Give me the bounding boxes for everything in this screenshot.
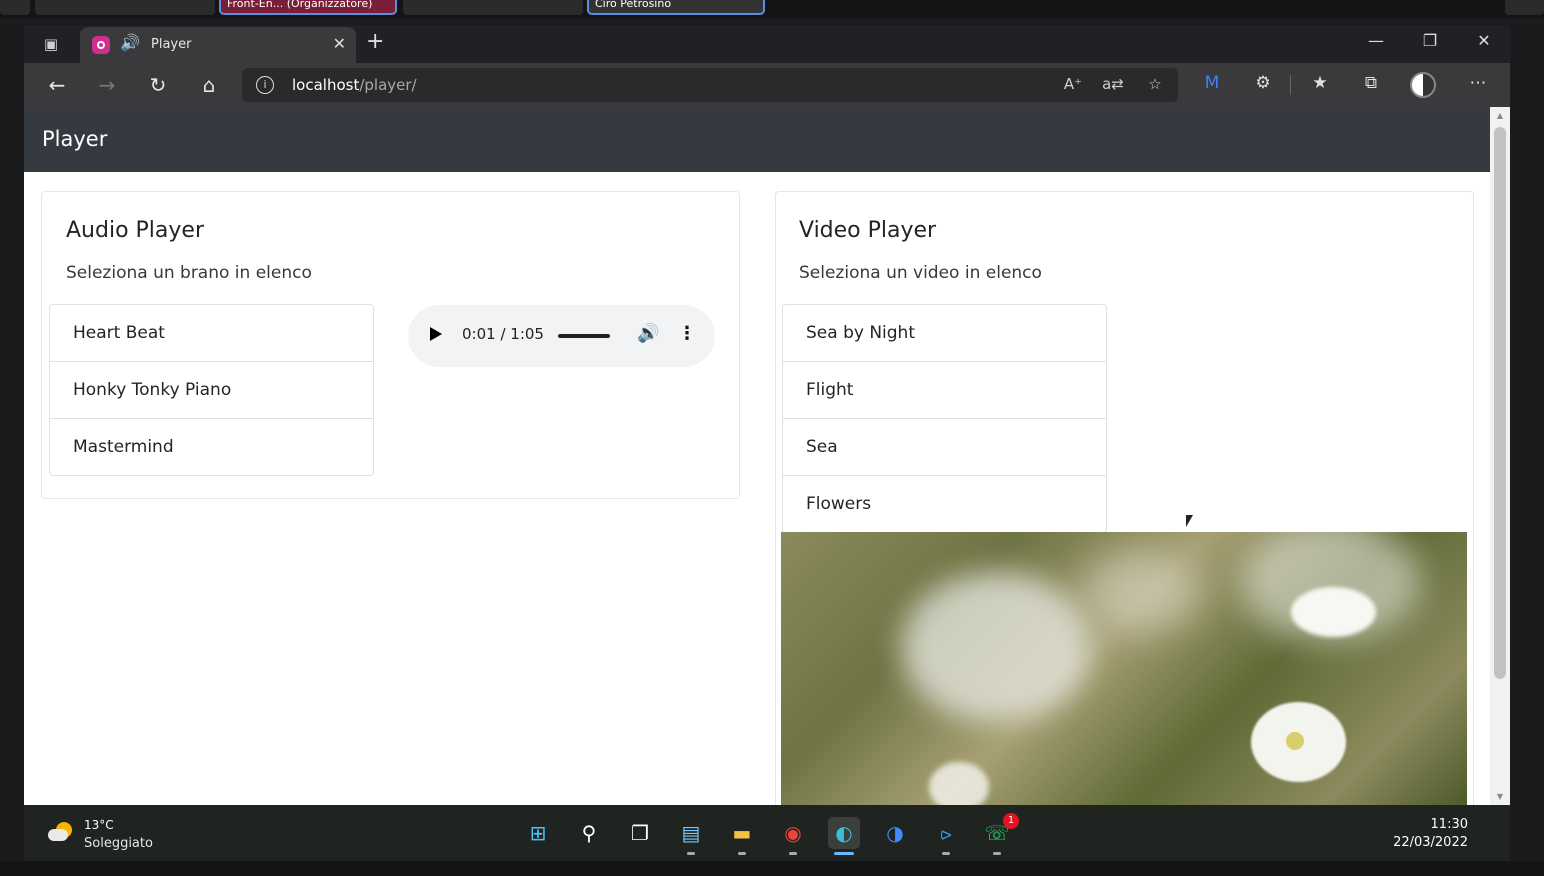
video-list-item[interactable]: Sea by Night xyxy=(783,305,1106,362)
page-viewport: Player Audio Player Seleziona un brano i… xyxy=(24,107,1490,805)
participant-thumbnail[interactable] xyxy=(35,0,215,15)
video-card-subtitle: Seleziona un video in elenco xyxy=(799,263,1042,283)
file-explorer-icon[interactable]: ▬ xyxy=(726,817,758,855)
weather-sunny-icon[interactable] xyxy=(48,822,72,842)
whatsapp-icon[interactable]: ☏ 1 xyxy=(981,813,1019,855)
presenter-thumbnail[interactable]: Ciro Petrosino xyxy=(587,0,765,15)
flower-shape xyxy=(929,762,989,805)
flower-shape xyxy=(1291,587,1376,637)
close-window-icon[interactable]: ✕ xyxy=(1464,31,1504,50)
audio-player-control: 0:01 / 1:05 🔊 ⋮ xyxy=(408,305,715,367)
address-path: /player/ xyxy=(359,76,417,94)
close-tab-icon[interactable]: ✕ xyxy=(333,34,346,53)
task-view-icon[interactable]: ❐ xyxy=(624,817,656,849)
volume-icon[interactable]: 🔊 xyxy=(637,323,659,344)
edge-icon[interactable]: ◐ xyxy=(828,817,860,855)
audio-card-subtitle: Seleziona un brano in elenco xyxy=(66,263,312,283)
tab-actions-icon[interactable]: ▣ xyxy=(36,33,66,55)
running-indicator xyxy=(738,852,746,855)
running-indicator xyxy=(993,852,1001,855)
more-options-vertical-icon[interactable]: ⋮ xyxy=(678,323,696,344)
forward-icon[interactable]: → xyxy=(92,72,122,98)
mouse-cursor-icon xyxy=(1186,515,1193,527)
browser-toolbar: ← → ↻ ⌂ i localhost/player/ A⁺ a⇄ ☆ M ⚙ … xyxy=(24,63,1510,107)
windows-taskbar: 13°C Soleggiato ⊞ ⚲ ❐ ▤ ▬ ◉ ◐ ◑ ⪧ ☏ 1 11:… xyxy=(24,805,1510,861)
notepad-icon[interactable]: ▤ xyxy=(675,817,707,855)
volume-slider[interactable] xyxy=(558,334,610,338)
flower-blur-shape xyxy=(901,572,1091,722)
organizer-thumbnail[interactable]: Front-En... (Organizzatore) xyxy=(219,0,397,15)
audio-card-title: Audio Player xyxy=(66,218,204,243)
weather-description[interactable]: Soleggiato xyxy=(84,836,153,851)
extensions-icon[interactable]: ⚙ xyxy=(1249,73,1277,93)
profile-avatar[interactable] xyxy=(1410,72,1436,98)
minimize-icon[interactable]: — xyxy=(1356,31,1396,50)
page-scrollbar[interactable]: ▲ ▼ xyxy=(1490,107,1510,805)
video-list: Sea by Night Flight Sea Flowers xyxy=(782,304,1107,533)
scrollbar-thumb[interactable] xyxy=(1494,127,1506,679)
restore-icon[interactable]: ❐ xyxy=(1410,31,1450,50)
notification-badge: 1 xyxy=(1003,813,1019,829)
weather-temperature[interactable]: 13°C xyxy=(84,818,114,832)
video-card-title: Video Player xyxy=(799,218,937,243)
back-icon[interactable]: ← xyxy=(42,72,72,98)
address-bar[interactable]: i localhost/player/ A⁺ a⇄ ☆ xyxy=(242,68,1178,102)
toolbar-divider xyxy=(1290,75,1291,95)
address-host: localhost xyxy=(292,76,360,94)
video-list-item[interactable]: Flight xyxy=(783,362,1106,419)
clock-date[interactable]: 22/03/2022 xyxy=(1393,835,1468,850)
video-frame[interactable] xyxy=(781,532,1467,805)
address-url[interactable]: localhost/player/ xyxy=(292,76,417,94)
firefox-icon[interactable]: ◑ xyxy=(879,817,911,849)
extension-m-icon[interactable]: M xyxy=(1198,73,1226,93)
scroll-down-icon[interactable]: ▼ xyxy=(1495,792,1505,801)
new-tab-icon[interactable]: + xyxy=(366,29,384,54)
audio-time-display: 0:01 / 1:05 xyxy=(462,325,544,343)
tab-title: Player xyxy=(151,37,192,52)
meeting-participant-strip: Front-En... (Organizzatore) Ciro Petrosi… xyxy=(0,0,1544,698)
scroll-up-icon[interactable]: ▲ xyxy=(1495,111,1505,120)
refresh-icon[interactable]: ↻ xyxy=(143,72,173,98)
site-info-icon[interactable]: i xyxy=(256,76,274,94)
site-favicon-icon xyxy=(92,36,110,54)
navbar-brand[interactable]: Player xyxy=(42,127,107,151)
video-list-item[interactable]: Flowers xyxy=(783,476,1106,533)
audio-track-item[interactable]: Mastermind xyxy=(50,419,373,476)
start-icon[interactable]: ⊞ xyxy=(522,817,554,849)
running-indicator xyxy=(942,852,950,855)
clock-time[interactable]: 11:30 xyxy=(1431,817,1468,832)
video-list-item[interactable]: Sea xyxy=(783,419,1106,476)
active-indicator xyxy=(834,852,854,855)
participant-thumbnail[interactable] xyxy=(0,0,30,15)
participant-thumbnail[interactable] xyxy=(403,0,583,15)
browser-tab[interactable]: 🔊 Player ✕ xyxy=(80,27,356,63)
play-icon[interactable] xyxy=(430,327,442,341)
read-aloud-icon[interactable]: A⁺ xyxy=(1060,75,1086,93)
add-favorite-icon[interactable]: ☆ xyxy=(1142,75,1168,93)
tab-audio-playing-icon[interactable]: 🔊 xyxy=(120,33,140,52)
favorites-icon[interactable]: ★ xyxy=(1306,73,1334,93)
search-icon[interactable]: ⚲ xyxy=(573,817,605,849)
participant-thumbnail[interactable] xyxy=(1505,0,1544,15)
translate-icon[interactable]: a⇄ xyxy=(1100,75,1126,93)
tab-bar: ▣ 🔊 Player ✕ + — ❐ ✕ xyxy=(24,25,1510,63)
home-icon[interactable]: ⌂ xyxy=(194,72,224,98)
browser-window: ▣ 🔊 Player ✕ + — ❐ ✕ ← → ↻ ⌂ i localhost… xyxy=(24,25,1510,805)
audio-track-list: Heart Beat Honky Tonky Piano Mastermind xyxy=(49,304,374,476)
more-options-icon[interactable]: ⋯ xyxy=(1464,73,1492,93)
page-navbar: Player xyxy=(24,107,1490,172)
flower-center-shape xyxy=(1286,732,1304,750)
audio-track-item[interactable]: Honky Tonky Piano xyxy=(50,362,373,419)
cloud-shape xyxy=(48,829,68,841)
vscode-icon[interactable]: ⪧ xyxy=(930,817,962,855)
audio-track-item[interactable]: Heart Beat xyxy=(50,305,373,362)
collections-icon[interactable]: ⧉ xyxy=(1357,73,1385,93)
running-indicator xyxy=(687,852,695,855)
running-indicator xyxy=(789,852,797,855)
chrome-icon[interactable]: ◉ xyxy=(777,817,809,855)
meeting-controls-strip xyxy=(0,861,1544,876)
flower-blur-shape xyxy=(1081,552,1201,632)
